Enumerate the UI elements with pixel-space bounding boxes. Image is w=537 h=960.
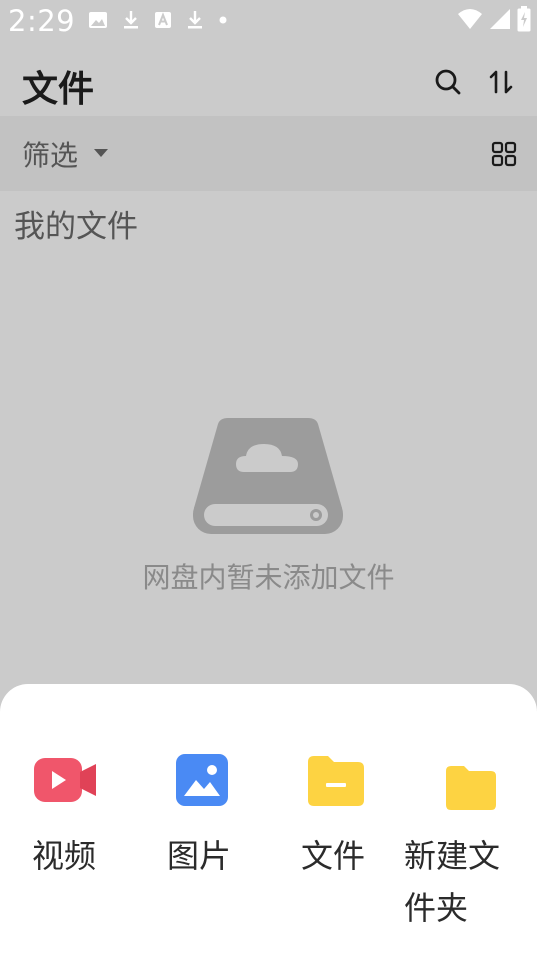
view-toggle-button[interactable]	[484, 134, 524, 174]
action-label: 文件	[301, 837, 366, 875]
empty-message: 网盘内暂未添加文件	[142, 561, 395, 594]
signal-icon	[490, 9, 510, 29]
filter-bar: 筛选	[0, 116, 537, 191]
sort-button[interactable]	[481, 62, 521, 102]
new-folder-icon	[446, 766, 496, 810]
notification-icons	[88, 8, 228, 32]
battery-charging-icon	[517, 6, 531, 32]
grid-view-icon	[491, 141, 517, 167]
font-a-icon	[155, 12, 171, 28]
dot-icon	[219, 16, 227, 24]
wifi-icon	[458, 9, 482, 29]
file-folder-icon	[308, 756, 364, 806]
video-camera-icon	[34, 758, 96, 802]
system-icons	[457, 6, 531, 32]
action-label-line2: 件夹	[404, 889, 469, 927]
new-folder-button[interactable]: 新建文 件夹	[402, 744, 522, 944]
search-icon	[435, 69, 461, 95]
download-icon	[124, 11, 138, 29]
action-label-line1: 新建文	[404, 837, 501, 875]
filter-dropdown[interactable]: 筛选	[0, 116, 130, 191]
filter-label: 筛选	[22, 139, 79, 172]
section-title: 我的文件	[14, 209, 138, 245]
upload-file-button[interactable]: 文件	[288, 744, 388, 894]
search-button[interactable]	[428, 62, 468, 102]
action-label: 图片	[167, 837, 232, 875]
upload-video-button[interactable]: 视频	[20, 744, 120, 894]
app-bar: 文件	[0, 46, 537, 116]
picture-icon	[176, 754, 228, 806]
status-bar: 2:29	[0, 0, 537, 46]
page-title: 文件	[22, 69, 95, 110]
sort-icon	[489, 70, 513, 94]
caret-down-icon	[94, 149, 108, 157]
action-label: 视频	[32, 837, 97, 875]
download-icon	[188, 11, 202, 29]
status-time: 2:29	[8, 4, 76, 38]
bottom-sheet: 视频 图片 文件 新建文 件夹	[0, 684, 537, 960]
upload-image-button[interactable]: 图片	[152, 744, 252, 894]
cloud-drive-icon	[193, 418, 343, 534]
image-notification-icon	[89, 12, 107, 28]
